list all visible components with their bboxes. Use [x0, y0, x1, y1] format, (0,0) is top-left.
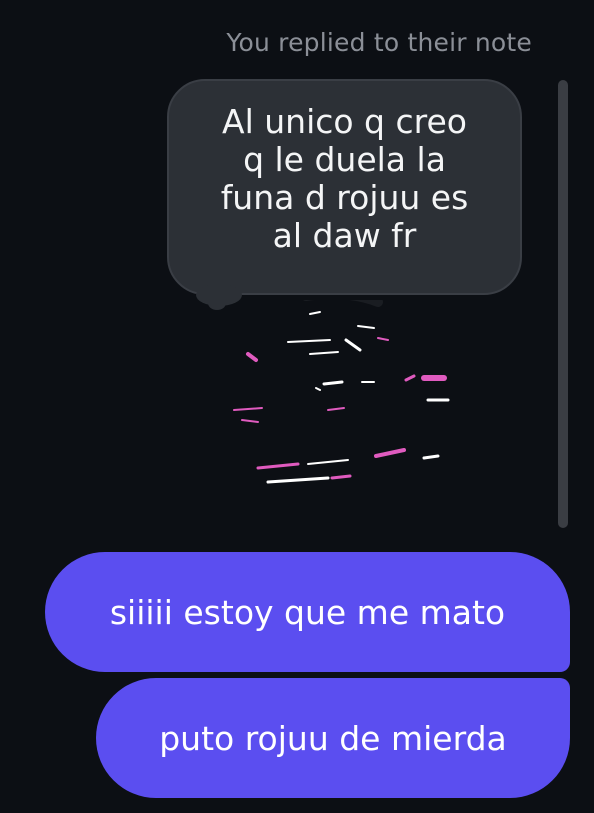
note-line: funa d rojuu es — [220, 178, 469, 217]
note-tail-small — [208, 296, 226, 310]
message-text: puto rojuu de mierda — [159, 718, 507, 758]
note-line: q le duela la — [243, 140, 446, 179]
chat-screen: You replied to their note Al unico q cre… — [0, 0, 594, 813]
note-line: Al unico q creo — [222, 102, 467, 141]
message-text: siiiii estoy que me mato — [109, 592, 506, 632]
note-bubble[interactable]: Al unico q creo q le duela la funa d roj… — [167, 79, 522, 295]
note-line: al daw fr — [272, 216, 417, 255]
obscured-avatar-icon[interactable] — [228, 289, 468, 520]
outgoing-message[interactable]: siiiii estoy que me mato — [45, 552, 570, 672]
scrollbar[interactable] — [558, 80, 568, 528]
avatar-scribble-icon — [233, 289, 450, 484]
reply-caption: You replied to their note — [226, 28, 532, 57]
note-text: Al unico q creo q le duela la funa d roj… — [169, 103, 520, 255]
outgoing-message[interactable]: puto rojuu de mierda — [96, 678, 570, 798]
